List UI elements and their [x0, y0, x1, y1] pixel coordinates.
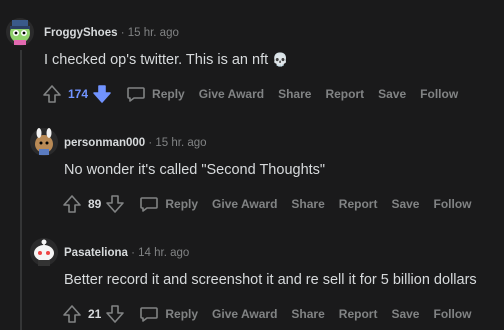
follow-button[interactable]: Follow: [433, 197, 471, 211]
save-button[interactable]: Save: [391, 197, 419, 211]
downvote-icon[interactable]: [105, 194, 125, 214]
reply-button[interactable]: Reply: [139, 305, 198, 323]
thread-line[interactable]: [20, 50, 22, 330]
comment-text: I checked op's twitter. This is an nft: [44, 52, 273, 68]
comment-actions: 21 Reply Give Award Share Report Save Fo…: [62, 304, 471, 324]
comment-meta: personman000 · 15 hr. ago: [64, 137, 207, 149]
comment-text: Better record it and screenshot it and r…: [64, 272, 477, 288]
save-button[interactable]: Save: [378, 87, 406, 101]
comment-meta: Pasateliona · 14 hr. ago: [64, 247, 189, 259]
give-award-button[interactable]: Give Award: [212, 307, 277, 321]
avatar[interactable]: [30, 238, 58, 266]
avatar[interactable]: [30, 128, 58, 156]
comment-body: No wonder it's called "Second Thoughts": [64, 162, 325, 178]
report-button[interactable]: Report: [325, 87, 364, 101]
reply-button[interactable]: Reply: [139, 195, 198, 213]
comment-meta: FroggyShoes · 15 hr. ago: [44, 27, 179, 39]
reply-label: Reply: [165, 197, 199, 211]
share-button[interactable]: Share: [291, 197, 324, 211]
comment-text: No wonder it's called "Second Thoughts": [64, 162, 326, 178]
reply-label: Reply: [152, 87, 185, 101]
author-link[interactable]: FroggyShoes: [44, 27, 117, 39]
upvote-icon[interactable]: [62, 194, 82, 214]
reply-icon: [140, 307, 159, 322]
save-button[interactable]: Save: [391, 307, 419, 321]
downvote-icon[interactable]: [92, 84, 112, 104]
vote-count: 21: [88, 307, 102, 321]
timestamp[interactable]: · 15 hr. ago: [148, 137, 206, 149]
author-link[interactable]: personman000: [64, 137, 145, 149]
author-link[interactable]: Pasateliona: [64, 247, 128, 259]
follow-button[interactable]: Follow: [420, 87, 458, 101]
follow-button[interactable]: Follow: [433, 307, 471, 321]
vote-count: 89: [88, 197, 102, 211]
reply-icon: [140, 197, 159, 212]
avatar[interactable]: [6, 18, 34, 46]
reply-button[interactable]: Reply: [126, 85, 185, 103]
comment-body: I checked op's twitter. This is an nft 💀: [44, 52, 288, 68]
timestamp[interactable]: · 15 hr. ago: [121, 27, 179, 39]
give-award-button[interactable]: Give Award: [212, 197, 277, 211]
report-button[interactable]: Report: [339, 197, 378, 211]
skull-icon: 💀: [272, 52, 289, 67]
give-award-button[interactable]: Give Award: [199, 87, 264, 101]
downvote-icon[interactable]: [105, 304, 125, 324]
share-button[interactable]: Share: [291, 307, 324, 321]
vote-count: 174: [68, 87, 89, 101]
comment-actions: 174 Reply Give Award Share Report Save F…: [42, 84, 458, 104]
report-button[interactable]: Report: [339, 307, 378, 321]
comment-actions: 89 Reply Give Award Share Report Save Fo…: [62, 194, 471, 214]
upvote-icon[interactable]: [62, 304, 82, 324]
share-button[interactable]: Share: [278, 87, 311, 101]
comment-body: Better record it and screenshot it and r…: [64, 272, 477, 288]
timestamp[interactable]: · 14 hr. ago: [131, 247, 189, 259]
upvote-icon[interactable]: [42, 84, 62, 104]
reply-label: Reply: [165, 307, 199, 321]
reply-icon: [127, 87, 145, 102]
